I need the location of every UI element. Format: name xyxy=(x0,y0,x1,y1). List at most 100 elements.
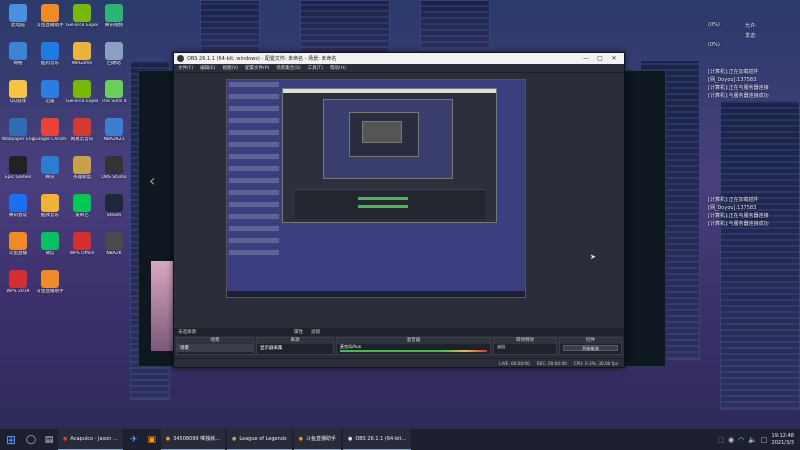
desktop-shortcut[interactable]: 爱奇艺 xyxy=(66,194,98,219)
desktop-shortcut[interactable]: 迅雷 xyxy=(34,80,66,105)
menu-tools[interactable]: 工具(T) xyxy=(308,65,323,71)
desktop-shortcut[interactable]: 酷我音乐 xyxy=(34,194,66,219)
properties-button[interactable]: 属性 xyxy=(294,329,303,335)
desktop-shortcut[interactable]: 网易云音乐 xyxy=(66,118,98,143)
shortcut-label: QQ游戏 xyxy=(9,99,27,104)
desktop-shortcut[interactable]: 斗鱼直播 xyxy=(2,232,34,257)
menu-scene-collection[interactable]: 场景集合(S) xyxy=(276,65,300,71)
desktop-shortcut[interactable]: NBA2K21 xyxy=(98,118,130,143)
menu-edit[interactable]: 编辑(E) xyxy=(200,65,215,71)
obs-title-bar[interactable]: OBS 26.1.1 (64-bit, windows) - 配置文件: 未命名… xyxy=(174,53,624,64)
desktop-shortcut[interactable]: 酷狗音乐 xyxy=(34,42,66,67)
pinned-app-icon[interactable]: ✈ xyxy=(125,431,143,449)
app-icon xyxy=(105,156,123,174)
desktop-shortcut[interactable]: WeGame xyxy=(66,42,98,67)
desktop-shortcut[interactable]: GeForce Experience xyxy=(66,4,98,29)
desktop-shortcut[interactable]: 此电脑 xyxy=(2,4,34,29)
filters-button[interactable]: 滤镜 xyxy=(311,329,320,335)
window-title: OBS 26.1.1 (64-bit, windows) - 配置文件: 未命名… xyxy=(187,56,337,62)
menu-file[interactable]: 文件(F) xyxy=(178,65,193,71)
app-icon xyxy=(105,80,123,98)
app-icon xyxy=(73,194,91,212)
obs-window[interactable]: OBS 26.1.1 (64-bit, windows) - 配置文件: 未命名… xyxy=(173,52,625,368)
app-icon xyxy=(73,232,91,250)
tray-icon[interactable]: ◉ xyxy=(728,436,734,444)
taskbar-app-lol[interactable]: ● League of Legends xyxy=(226,428,292,450)
overlay-log-line: [网_Doyou]:137583 xyxy=(708,205,757,211)
shortcut-label: WPS 2019 xyxy=(6,289,30,294)
transition-select[interactable]: 淡出 xyxy=(494,344,556,350)
close-icon[interactable]: ✕ xyxy=(607,55,621,62)
shortcut-label: 英雄联盟 xyxy=(73,175,91,180)
preview-canvas[interactable] xyxy=(226,79,526,298)
desktop-shortcut[interactable]: Google Chrome xyxy=(34,118,66,143)
volume-icon[interactable]: 🔈 xyxy=(748,436,757,444)
desktop-shortcut[interactable]: 腾讯视频 xyxy=(98,4,130,29)
taskbar-app-obs[interactable]: ● OBS 26.1.1 (64-bit... xyxy=(342,428,412,450)
wifi-icon[interactable]: ◠ xyxy=(738,436,744,444)
search-icon[interactable]: ◯ xyxy=(22,431,40,449)
shortcut-label: Steam xyxy=(106,213,122,218)
pinned-app-icon[interactable]: ▣ xyxy=(143,431,161,449)
tray-icon[interactable]: ⬚ xyxy=(717,436,724,444)
app-icon xyxy=(9,4,27,22)
desktop-shortcut[interactable]: 网络 xyxy=(2,42,34,67)
maximize-icon[interactable]: □ xyxy=(593,55,607,62)
preview-area[interactable]: ➤ xyxy=(174,73,624,328)
no-source-selected-label: 未选择源 xyxy=(178,330,196,335)
desktop-shortcut[interactable]: WPS 2019 xyxy=(2,270,34,295)
menu-view[interactable]: 视图(V) xyxy=(222,65,238,71)
controls-dock: 控件 开始推流 xyxy=(559,337,622,355)
app-icon xyxy=(9,232,27,250)
overlay-stat-1: (0%) xyxy=(708,22,720,28)
desktop-shortcut[interactable]: WPS Office xyxy=(66,232,98,257)
desktop-shortcut[interactable]: 微信 xyxy=(34,232,66,257)
scene-item[interactable]: 场景 xyxy=(177,344,253,352)
desktop-shortcut[interactable]: 腾讯会议 xyxy=(2,194,34,219)
menu-help[interactable]: 帮助(H) xyxy=(330,65,346,71)
desktop-shortcut[interactable]: NBA2K xyxy=(98,232,130,257)
chevron-left-icon[interactable]: ‹ xyxy=(149,171,155,190)
shortcut-label: 腾讯 xyxy=(45,175,55,180)
task-view-icon[interactable]: ▤ xyxy=(40,431,58,449)
desktop-shortcut[interactable]: 斗鱼直播助手 xyxy=(34,4,66,29)
desktop-shortcut[interactable]: Wallpaper Engine xyxy=(2,118,34,143)
taskbar-app-music[interactable]: ● Acapulco - Jason ... xyxy=(58,428,123,450)
source-item[interactable]: 显示器采集 xyxy=(257,344,333,352)
overlay-log-line: [网_Doyou]:137583 xyxy=(708,77,757,83)
tray-icon[interactable]: □ xyxy=(761,436,768,444)
app-icon xyxy=(9,194,27,212)
desktop-shortcut[interactable]: 回收站 xyxy=(98,42,130,67)
source-toolbar: 未选择源 属性 滤镜 xyxy=(174,328,624,336)
mic-volume-meter[interactable] xyxy=(340,350,487,352)
desktop-shortcut[interactable]: Epic Games xyxy=(2,156,34,181)
desktop-shortcut[interactable]: OBS Studio xyxy=(98,156,130,181)
desktop-shortcut[interactable]: QQ游戏 xyxy=(2,80,34,105)
start-streaming-button[interactable]: 开始推流 xyxy=(563,345,618,351)
menu-profile[interactable]: 配置文件(P) xyxy=(245,65,269,71)
desktop-shortcut[interactable]: 腾讯 xyxy=(34,156,66,181)
desktop-shortcut[interactable]: Steam xyxy=(98,194,130,219)
shortcut-label: 网易云音乐 xyxy=(70,137,94,142)
app-icon xyxy=(73,80,91,98)
app-icon xyxy=(41,118,59,136)
desktop-shortcut[interactable]: 斗鱼直播助手 xyxy=(34,270,66,295)
audio-mixer-dock: 混音器 麦克风/Aux xyxy=(336,337,491,355)
menu-bar: 文件(F) 编辑(E) 视图(V) 配置文件(P) 场景集合(S) 工具(T) … xyxy=(174,64,624,73)
preview-taskbar xyxy=(227,291,525,297)
app-icon xyxy=(9,80,27,98)
taskbar-app-douyu[interactable]: ● 斗鱼直播助手 xyxy=(293,428,341,450)
app-icon xyxy=(105,118,123,136)
shortcut-label: 斗鱼直播助手 xyxy=(36,289,64,294)
minimize-icon[interactable]: — xyxy=(579,55,593,62)
desktop-shortcut[interactable]: GeForce Experience xyxy=(66,80,98,105)
controls-title: 控件 xyxy=(560,338,621,344)
desktop-shortcut[interactable]: 英雄联盟 xyxy=(66,156,98,181)
shortcut-label: WPS Office xyxy=(69,251,95,256)
windows-start-icon[interactable]: ⊞ xyxy=(0,429,22,450)
desktop-shortcut[interactable]: The Sims 4 xyxy=(98,80,130,105)
app-icon xyxy=(41,80,59,98)
shortcut-label: 爱奇艺 xyxy=(75,213,89,218)
taskbar-app-browser[interactable]: ● 34508099 唯独就... xyxy=(160,428,225,450)
clock[interactable]: 19:12:48 2021/3/3 xyxy=(772,433,794,447)
